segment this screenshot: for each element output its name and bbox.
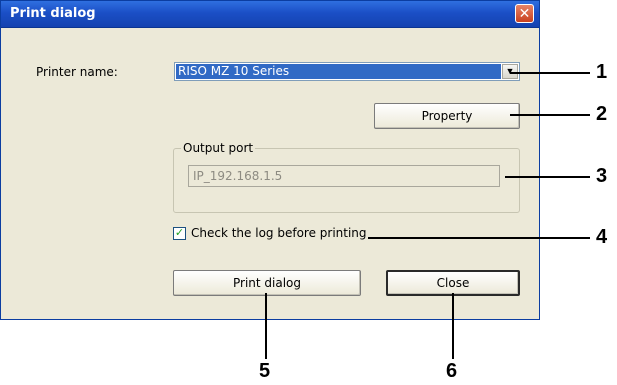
dialog-body: Printer name: RISO MZ 10 Series ▼ Proper… xyxy=(1,28,539,319)
callout-number-4: 4 xyxy=(596,226,608,248)
callout-number-3: 3 xyxy=(596,165,608,187)
print-dialog-window: Print dialog ✕ Printer name: RISO MZ 10 … xyxy=(0,0,540,320)
callout-number-1: 1 xyxy=(596,61,608,83)
printer-name-label: Printer name: xyxy=(36,65,118,79)
callout-line-1 xyxy=(510,72,590,74)
printer-select-value: RISO MZ 10 Series xyxy=(176,64,501,79)
log-checkbox[interactable]: ✓ xyxy=(173,227,186,240)
output-port-label: Output port xyxy=(181,141,256,155)
callout-line-2 xyxy=(510,114,590,116)
callout-line-3 xyxy=(505,176,590,178)
callout-line-5 xyxy=(265,293,267,359)
callout-number-5: 5 xyxy=(259,360,271,382)
callout-line-4 xyxy=(368,237,590,239)
output-port-field: IP_192.168.1.5 xyxy=(188,165,500,187)
log-checkbox-label[interactable]: Check the log before printing xyxy=(191,226,367,240)
close-window-icon[interactable]: ✕ xyxy=(515,4,534,23)
print-dialog-button[interactable]: Print dialog xyxy=(173,270,361,296)
property-button[interactable]: Property xyxy=(374,103,520,129)
callout-number-6: 6 xyxy=(446,360,458,382)
title-bar[interactable]: Print dialog ✕ xyxy=(1,1,539,28)
window-title: Print dialog xyxy=(10,6,96,21)
callout-line-6 xyxy=(452,293,454,359)
callout-number-2: 2 xyxy=(596,103,608,125)
printer-select[interactable]: RISO MZ 10 Series ▼ xyxy=(174,62,520,81)
